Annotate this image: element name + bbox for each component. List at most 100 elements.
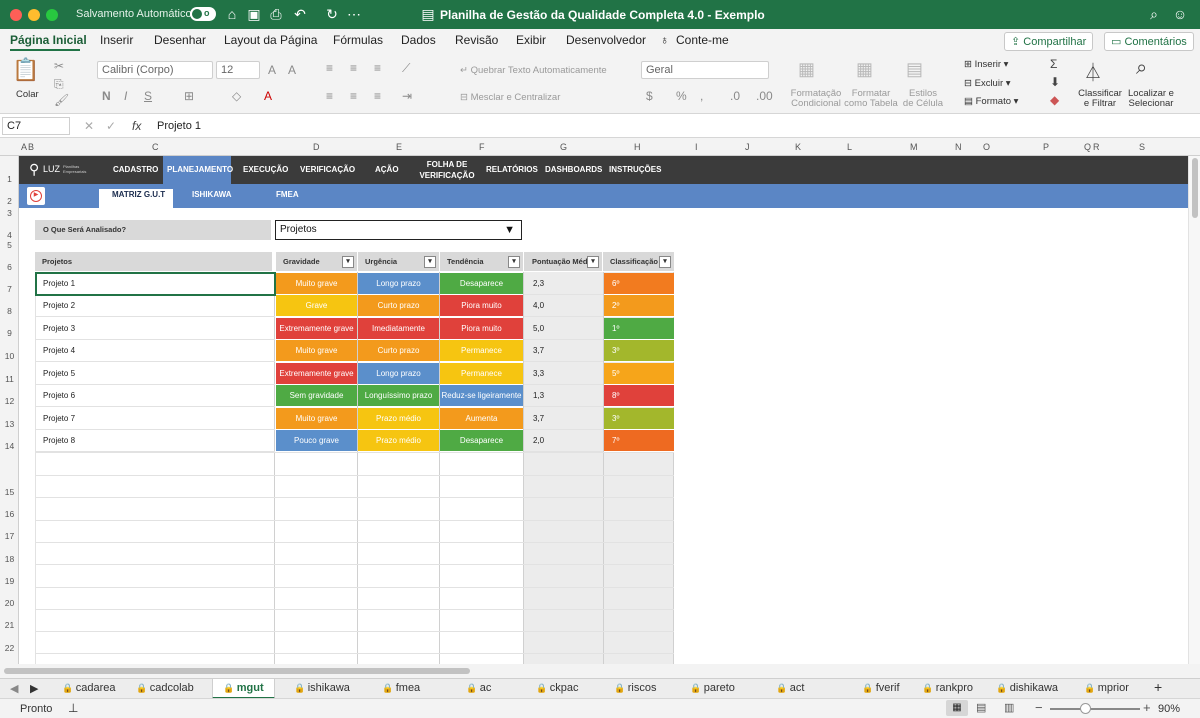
- row-header[interactable]: 4: [0, 230, 19, 240]
- search-icon[interactable]: ⌕: [1146, 6, 1162, 22]
- autosum-icon[interactable]: Σ: [1050, 57, 1057, 71]
- zoom-in-icon[interactable]: +: [1143, 700, 1151, 715]
- tab-review[interactable]: Revisão: [455, 33, 498, 47]
- autosave-toggle[interactable]: o: [190, 7, 216, 21]
- borders-icon[interactable]: ⊞: [184, 89, 194, 103]
- cell-tendencia[interactable]: Desaparece: [440, 430, 523, 452]
- sheet-tab-mgut[interactable]: 🔒 mgut: [212, 679, 275, 699]
- row-header[interactable]: 13: [0, 419, 19, 429]
- zoom-level[interactable]: 90%: [1158, 703, 1180, 715]
- format-cells-button[interactable]: ▤ Formato ▾: [964, 96, 1018, 107]
- redo-icon[interactable]: ↻: [324, 6, 340, 22]
- accessibility-icon[interactable]: ⊥: [68, 701, 78, 715]
- video-button[interactable]: ▶: [27, 187, 45, 205]
- filter-dropdown-icon[interactable]: ▾: [587, 256, 599, 268]
- tab-data[interactable]: Dados: [401, 33, 436, 47]
- col-header[interactable]: S: [1139, 142, 1145, 152]
- cell-gravidade[interactable]: Muito grave: [276, 273, 357, 295]
- sheet-tab-cadarea[interactable]: 🔒 cadarea: [62, 682, 115, 694]
- col-header[interactable]: R: [1093, 142, 1100, 152]
- cell-projeto[interactable]: Projeto 6: [36, 385, 275, 407]
- filter-dropdown-icon[interactable]: ▾: [659, 256, 671, 268]
- sort-filter-button[interactable]: Classificar e Filtrar: [1076, 89, 1124, 109]
- col-header[interactable]: L: [847, 142, 852, 152]
- enter-icon[interactable]: ✓: [106, 119, 116, 133]
- col-header[interactable]: K: [795, 142, 801, 152]
- minimize-window-button[interactable]: [28, 9, 40, 21]
- cell-urgencia[interactable]: Imediatamente: [358, 318, 439, 340]
- page-break-view-icon[interactable]: ▥: [1004, 701, 1014, 714]
- decrease-decimal-icon[interactable]: .00: [756, 89, 773, 103]
- add-sheet-icon[interactable]: +: [1154, 679, 1162, 695]
- col-header[interactable]: N: [955, 142, 962, 152]
- row-header[interactable]: 14: [0, 441, 19, 451]
- prev-sheet-icon[interactable]: ◀: [10, 682, 18, 695]
- align-middle-icon[interactable]: ≡: [350, 61, 357, 75]
- cell-projeto[interactable]: Projeto 3: [36, 318, 275, 340]
- wrap-text-button[interactable]: ↵ Quebrar Texto Automaticamente: [460, 65, 607, 76]
- copy-icon[interactable]: ⎘: [54, 77, 64, 92]
- sheet-tab-act[interactable]: 🔒 act: [776, 682, 804, 694]
- font-size-select[interactable]: 12: [216, 61, 260, 79]
- fill-icon[interactable]: ⬇: [1050, 75, 1060, 89]
- col-header[interactable]: O: [983, 142, 990, 152]
- cell-tendencia[interactable]: Permanece: [440, 363, 523, 385]
- cell-tendencia[interactable]: Aumenta: [440, 408, 523, 430]
- italic-icon[interactable]: I: [124, 89, 127, 103]
- page-layout-view-icon[interactable]: ▤: [976, 701, 986, 714]
- sheet-tab-riscos[interactable]: 🔒 riscos: [614, 682, 656, 694]
- function-icon[interactable]: fx: [132, 119, 141, 133]
- nav-instrucoes[interactable]: INSTRUÇÕES: [609, 165, 661, 174]
- cell-pontuacao[interactable]: 4,0: [524, 295, 603, 317]
- tab-view[interactable]: Exibir: [516, 33, 546, 47]
- close-window-button[interactable]: [10, 9, 22, 21]
- cell-pontuacao[interactable]: 3,7: [524, 408, 603, 430]
- maximize-window-button[interactable]: [46, 9, 58, 21]
- home-icon[interactable]: ⌂: [224, 6, 240, 22]
- nav-cadastro[interactable]: CADASTRO: [113, 165, 158, 174]
- horizontal-scrollbar[interactable]: [0, 664, 1200, 678]
- sheet-tab-ishikawa[interactable]: 🔒 ishikawa: [294, 682, 350, 694]
- row-header[interactable]: 20: [0, 598, 19, 608]
- col-header[interactable]: D: [313, 142, 320, 152]
- cell-pontuacao[interactable]: 1,3: [524, 385, 603, 407]
- find-icon[interactable]: ⌕: [1136, 57, 1147, 80]
- comments-button[interactable]: ▭ Comentários: [1104, 32, 1194, 51]
- conditional-format-icon[interactable]: ▦: [798, 59, 815, 80]
- cell-urgencia[interactable]: Longo prazo: [358, 363, 439, 385]
- share-button[interactable]: ⇪ Compartilhar: [1004, 32, 1094, 51]
- cell-tendencia[interactable]: Desaparece: [440, 273, 523, 295]
- col-header[interactable]: C: [152, 142, 159, 152]
- cell-classificacao[interactable]: 6º: [604, 273, 674, 295]
- format-as-table-button[interactable]: Formatar como Tabela: [844, 89, 898, 109]
- nav-dashboards[interactable]: DASHBOARDS: [545, 165, 602, 174]
- col-header[interactable]: P: [1043, 142, 1049, 152]
- cell-gravidade[interactable]: Muito grave: [276, 408, 357, 430]
- cell-urgencia[interactable]: Prazo médio: [358, 430, 439, 452]
- align-top-icon[interactable]: ≡: [326, 61, 333, 75]
- format-table-icon[interactable]: ▦: [856, 59, 873, 80]
- cell-urgencia[interactable]: Longuíssimo prazo: [358, 385, 439, 407]
- cell-projeto[interactable]: Projeto 5: [36, 363, 275, 385]
- row-header[interactable]: 18: [0, 554, 19, 564]
- cell-urgencia[interactable]: Prazo médio: [358, 408, 439, 430]
- cell-styles-button[interactable]: Estilos de Célula: [900, 89, 946, 109]
- cell-gravidade[interactable]: Muito grave: [276, 340, 357, 362]
- cell-pontuacao[interactable]: 2,3: [524, 273, 603, 295]
- row-header[interactable]: 5: [0, 240, 19, 250]
- underline-icon[interactable]: S: [144, 89, 152, 103]
- cell-classificacao[interactable]: 7º: [604, 430, 674, 452]
- cell-classificacao[interactable]: 1º: [604, 318, 674, 340]
- cell-pontuacao[interactable]: 5,0: [524, 318, 603, 340]
- filter-dropdown-icon[interactable]: ▾: [342, 256, 354, 268]
- formula-input[interactable]: Projeto 1: [157, 120, 201, 132]
- row-header[interactable]: 2: [0, 196, 19, 206]
- sheet-tab-fverif[interactable]: 🔒 fverif: [862, 682, 900, 694]
- row-header[interactable]: 16: [0, 509, 19, 519]
- cell-gravidade[interactable]: Extremamente grave: [276, 318, 357, 340]
- orientation-icon[interactable]: ⟋: [402, 61, 410, 76]
- name-box[interactable]: C7: [2, 117, 70, 135]
- col-header[interactable]: F: [479, 142, 485, 152]
- col-header[interactable]: Q: [1084, 142, 1091, 152]
- sheet-tab-ac[interactable]: 🔒 ac: [466, 682, 491, 694]
